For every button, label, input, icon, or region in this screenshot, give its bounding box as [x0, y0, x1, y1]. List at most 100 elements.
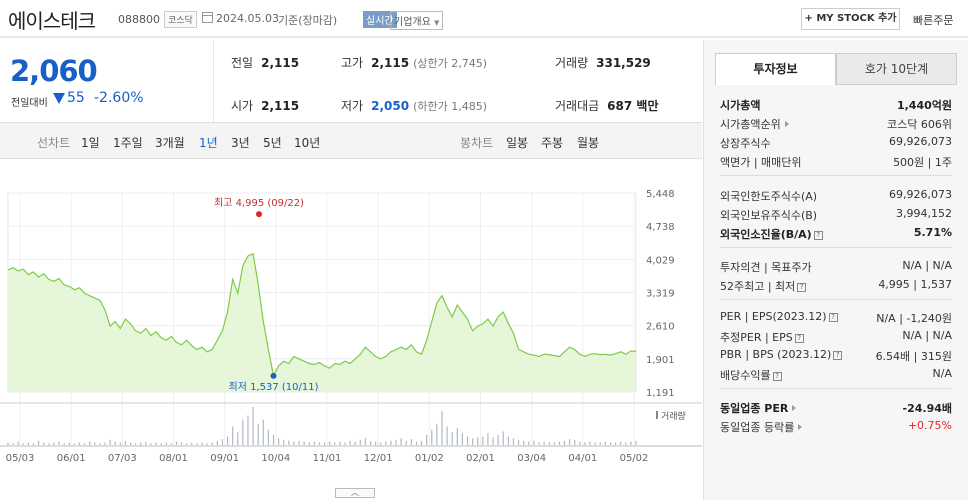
company-overview-dropdown[interactable]: 기업개요 ▼	[390, 11, 444, 30]
volume-bar	[609, 442, 612, 445]
info-value: +0.75%	[907, 419, 952, 432]
help-icon[interactable]: ?	[794, 334, 804, 343]
price-change-percent: -2.60%	[94, 90, 144, 106]
volume-bar	[410, 439, 412, 445]
stat-low: 저가 2,050 (하한가 1,485)	[341, 97, 487, 114]
info-label-text: 외국인보유주식수(B)	[720, 209, 818, 222]
down-arrow-icon	[53, 93, 65, 104]
volume-bar	[400, 438, 402, 445]
volume-bar	[68, 442, 70, 445]
info-row: 시가총액 1,440억원	[720, 97, 952, 113]
divider	[720, 175, 952, 176]
volume-bar	[405, 440, 407, 445]
period-1d[interactable]: 1일	[81, 134, 100, 151]
volume-bar	[247, 415, 249, 445]
period-1y[interactable]: 1년	[199, 134, 218, 151]
volume-bar	[569, 439, 571, 445]
period-3y[interactable]: 3년	[231, 134, 250, 151]
x-tick-label: 03/04	[517, 453, 546, 464]
volume-bar	[323, 442, 326, 445]
stat-value: 2,115	[371, 56, 410, 70]
period-3m[interactable]: 3개월	[155, 134, 185, 151]
candle-daily[interactable]: 일봉	[506, 134, 528, 151]
caret-down-icon: ▼	[434, 19, 440, 27]
info-value-text: -24.94배	[902, 402, 952, 415]
info-row: 추정PER | EPS? N/A | N/A	[720, 329, 952, 345]
info-label-text: 외국인한도주식수(A)	[720, 190, 818, 203]
volume-bar	[32, 443, 35, 445]
help-icon[interactable]: ?	[833, 351, 843, 360]
volume-bar	[538, 442, 540, 445]
stat-prev: 전일 2,115	[231, 54, 299, 71]
help-icon[interactable]: ?	[828, 313, 838, 322]
caret-right-icon[interactable]	[798, 424, 803, 430]
add-my-stock-button[interactable]: + MY STOCK 추가	[801, 8, 900, 30]
stat-label: 시가	[231, 99, 254, 113]
price-chart[interactable]: 5,448 4,738 4,029 3,319 2,610 1,901 1,191 05/0…	[0, 160, 702, 486]
info-row: 동일업종 등락률 +0.75%	[720, 419, 952, 435]
stat-high: 고가 2,115 (상한가 2,745)	[341, 54, 487, 71]
volume-bar	[283, 439, 285, 445]
volume-bar	[456, 428, 458, 445]
help-icon[interactable]: ?	[797, 283, 807, 292]
volume-bar	[625, 442, 627, 445]
quote-basis: 기준(장마감)	[278, 14, 338, 27]
y-tick-label: 3,319	[646, 289, 675, 300]
x-tick-label: 06/01	[57, 453, 86, 464]
period-1w[interactable]: 1주일	[113, 134, 143, 151]
period-10y[interactable]: 10년	[294, 134, 320, 151]
volume-bar	[436, 423, 438, 445]
volume-bar	[543, 441, 545, 445]
volume-bar	[135, 443, 137, 445]
volume-bar	[58, 441, 60, 445]
caret-right-icon[interactable]	[792, 405, 797, 411]
candle-weekly[interactable]: 주봉	[541, 134, 563, 151]
volume-bar	[109, 439, 111, 445]
volume-bar	[477, 437, 479, 445]
volume-bar	[579, 441, 581, 445]
info-value: N/A | N/A	[902, 259, 952, 272]
stock-code: 088800	[118, 13, 160, 26]
period-5y[interactable]: 5년	[263, 134, 282, 151]
volume-bar	[216, 440, 218, 445]
candle-chart-label: 봉차트	[460, 136, 494, 150]
volume-bar	[186, 443, 188, 445]
chart-collapse-button[interactable]: ︿	[335, 488, 375, 498]
volume-bar	[262, 419, 264, 445]
volume-bar	[170, 443, 172, 445]
volume-bar	[38, 440, 40, 445]
volume-bar	[364, 438, 366, 445]
tab-order-book[interactable]: 호가 10단계	[836, 53, 957, 85]
info-row: 투자의견 | 목표주가 N/A | N/A	[720, 259, 952, 275]
stat-value: 2,050	[371, 99, 410, 113]
help-icon[interactable]: ?	[772, 372, 782, 381]
volume-bar	[369, 440, 372, 445]
info-label-text: 추정PER | EPS	[720, 331, 793, 344]
high-label: 최고 4,995 (09/22)	[214, 197, 304, 209]
x-axis: 05/03 06/01 07/03 08/01 09/01 10/04 11/01 12/01…	[0, 445, 702, 464]
chevron-up-icon: ︿	[351, 488, 359, 497]
volume-bar	[395, 439, 397, 445]
y-tick-label: 4,738	[646, 222, 675, 233]
stat-label: 저가	[341, 99, 364, 113]
volume-legend-label: 거래량	[661, 410, 686, 422]
tab-invest-info[interactable]: 투자정보	[715, 53, 836, 85]
caret-right-icon[interactable]	[784, 121, 789, 127]
info-value: 3,994,152	[896, 207, 952, 220]
info-row: 배당수익률? N/A	[720, 367, 952, 383]
volume-bar	[267, 429, 269, 445]
volume-bar	[349, 440, 351, 445]
quick-order-link[interactable]: 빠른주문	[913, 12, 953, 28]
info-label-text: 상장주식수	[720, 137, 771, 150]
volume-bar	[466, 436, 469, 445]
info-label-text: 동일업종 등락률	[720, 421, 795, 434]
stat-amount: 거래대금 687 백만	[555, 97, 658, 114]
info-label-text: 시가총액	[720, 99, 761, 112]
current-price: 2,060	[10, 54, 98, 88]
candle-monthly[interactable]: 월봉	[577, 134, 599, 151]
volume-bar	[99, 443, 101, 445]
volume-bar	[83, 443, 86, 445]
volume-bar	[180, 442, 183, 445]
volume-bar	[191, 442, 193, 445]
help-icon[interactable]: ?	[813, 231, 823, 240]
